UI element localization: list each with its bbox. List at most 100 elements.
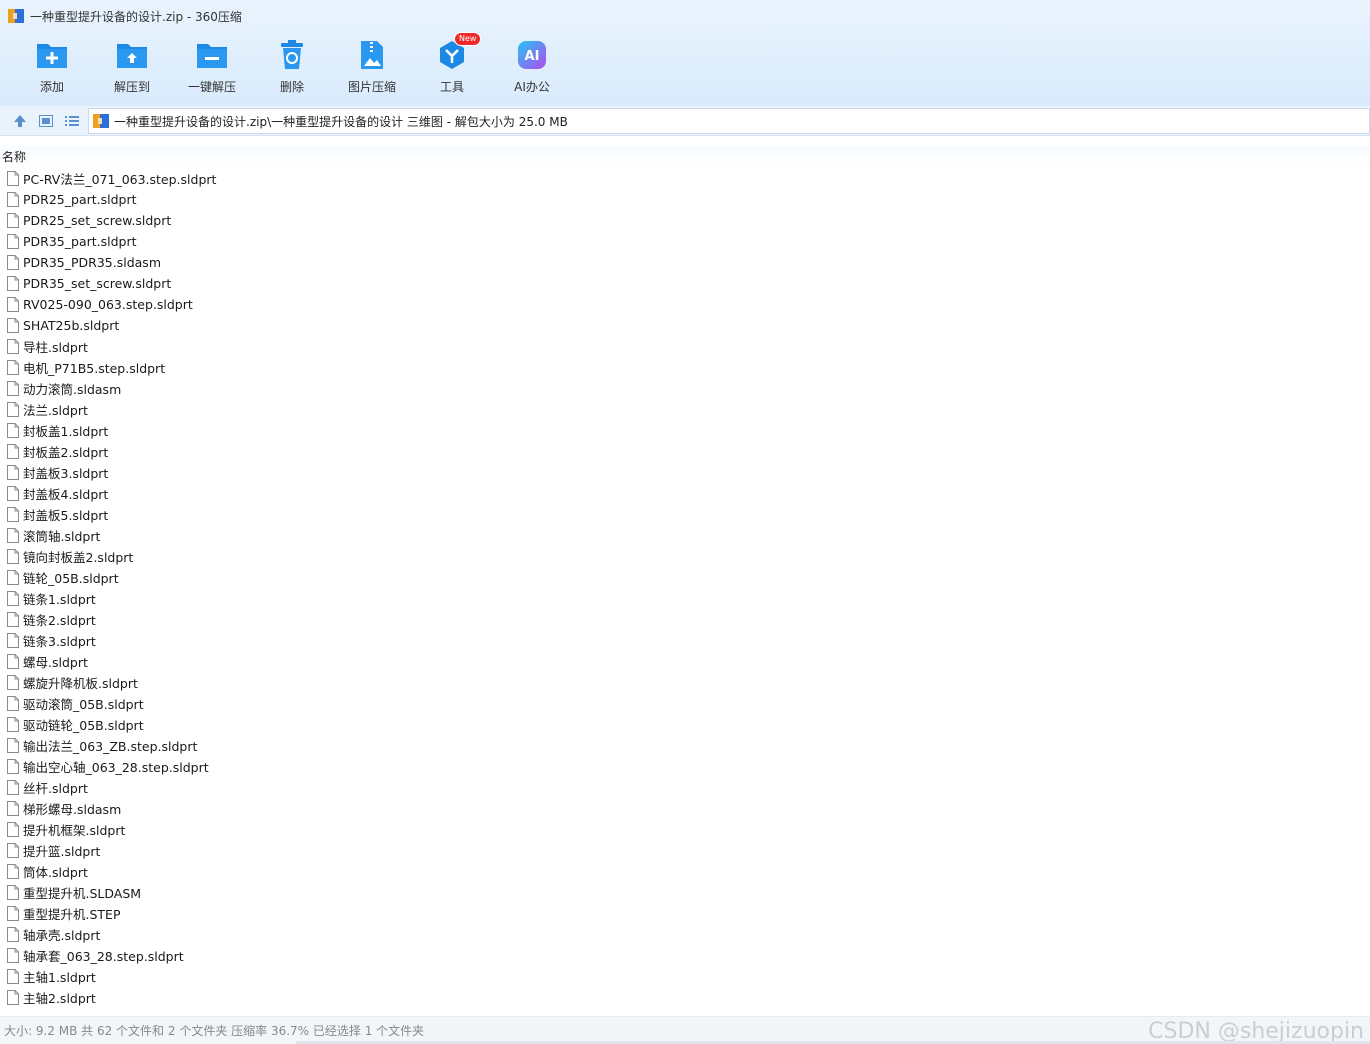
file-row[interactable]: 镜向封板盖2.sldprt [0, 546, 600, 567]
file-name: PC-RV法兰_071_063.step.sldprt [23, 172, 217, 187]
file-name: 封盖板4.sldprt [23, 487, 109, 502]
folder-extract-icon [115, 38, 149, 72]
window-title-row: 一种重型提升设备的设计.zip - 360压缩 [8, 6, 242, 26]
file-row[interactable]: PDR35_PDR35.sldasm [0, 252, 600, 273]
file-name: SHAT25b.sldprt [23, 318, 120, 333]
file-row[interactable]: 提升篮.sldprt [0, 840, 600, 861]
file-icon [7, 297, 19, 312]
file-name: 镜向封板盖2.sldprt [23, 550, 134, 565]
file-icon [7, 738, 19, 753]
image-compress-button[interactable]: 图片压缩 [332, 36, 412, 100]
file-icon [7, 906, 19, 921]
file-icon [7, 549, 19, 564]
file-name: PDR25_part.sldprt [23, 192, 137, 207]
file-name: 输出法兰_063_ZB.step.sldprt [23, 739, 198, 754]
folder-add-icon [35, 38, 69, 72]
file-row[interactable]: 链条2.sldprt [0, 609, 600, 630]
file-row[interactable]: PC-RV法兰_071_063.step.sldprt [0, 168, 600, 189]
one-click-extract-button[interactable]: 一键解压 [172, 36, 252, 100]
file-name: 封盖板3.sldprt [23, 466, 109, 481]
file-row[interactable]: 主轴2.sldprt [0, 987, 600, 1008]
file-row[interactable]: 链条3.sldprt [0, 630, 600, 651]
file-row[interactable]: 主轴1.sldprt [0, 966, 600, 987]
file-row[interactable]: 滚筒轴.sldprt [0, 525, 600, 546]
file-icon [7, 822, 19, 837]
file-row[interactable]: 驱动滚筒_05B.sldprt [0, 693, 600, 714]
file-name: 封盖板5.sldprt [23, 508, 109, 523]
file-name: 筒体.sldprt [23, 865, 88, 880]
file-icon [7, 885, 19, 900]
file-row[interactable]: PDR25_part.sldprt [0, 189, 600, 210]
file-name: 丝杆.sldprt [23, 781, 88, 796]
file-icon [7, 843, 19, 858]
file-row[interactable]: 轴承套_063_28.step.sldprt [0, 945, 600, 966]
file-name: 主轴1.sldprt [23, 970, 96, 985]
file-row[interactable]: 输出法兰_063_ZB.step.sldprt [0, 735, 600, 756]
file-row[interactable]: 封板盖1.sldprt [0, 420, 600, 441]
file-icon [7, 381, 19, 396]
up-arrow-icon[interactable] [12, 113, 28, 129]
file-name: 导柱.sldprt [23, 340, 88, 355]
file-row[interactable]: 筒体.sldprt [0, 861, 600, 882]
file-row[interactable]: PDR35_part.sldprt [0, 231, 600, 252]
file-icon [7, 591, 19, 606]
file-row[interactable]: 动力滚筒.sldasm [0, 378, 600, 399]
file-row[interactable]: 链轮_05B.sldprt [0, 567, 600, 588]
file-row[interactable]: PDR25_set_screw.sldprt [0, 210, 600, 231]
file-row[interactable]: 梯形螺母.sldasm [0, 798, 600, 819]
address-input[interactable]: 一种重型提升设备的设计.zip\一种重型提升设备的设计 三维图 - 解包大小为 … [88, 108, 1370, 134]
add-button[interactable]: 添加 [12, 36, 92, 100]
main-toolbar: 添加 解压到 一键解压 删除 图片压缩 New 工具 AI AI办公 [12, 32, 572, 100]
file-name: 电机_P71B5.step.sldprt [23, 361, 166, 376]
file-row[interactable]: SHAT25b.sldprt [0, 315, 600, 336]
tools-button[interactable]: New 工具 [412, 32, 492, 100]
file-row[interactable]: 驱动链轮_05B.sldprt [0, 714, 600, 735]
file-icon [7, 927, 19, 942]
column-header-name[interactable]: 名称 [2, 148, 26, 165]
ai-office-button[interactable]: AI AI办公 [492, 36, 572, 100]
delete-button[interactable]: 删除 [252, 36, 332, 100]
file-icon [7, 234, 19, 249]
file-row[interactable]: RV025-090_063.step.sldprt [0, 294, 600, 315]
file-row[interactable]: PDR35_set_screw.sldprt [0, 273, 600, 294]
file-row[interactable]: 电机_P71B5.step.sldprt [0, 357, 600, 378]
file-icon [7, 444, 19, 459]
file-row[interactable]: 提升机框架.sldprt [0, 819, 600, 840]
file-row[interactable]: 丝杆.sldprt [0, 777, 600, 798]
file-icon [7, 213, 19, 228]
file-icon [7, 948, 19, 963]
file-icon [7, 633, 19, 648]
file-icon [7, 801, 19, 816]
file-name: PDR25_set_screw.sldprt [23, 213, 172, 228]
file-row[interactable]: 导柱.sldprt [0, 336, 600, 357]
archive-app-icon [8, 8, 24, 24]
file-row[interactable]: 重型提升机.SLDASM [0, 882, 600, 903]
file-row[interactable]: 螺母.sldprt [0, 651, 600, 672]
file-icon [7, 864, 19, 879]
file-icon [7, 696, 19, 711]
file-row[interactable]: 封盖板5.sldprt [0, 504, 600, 525]
thumbnail-view-icon[interactable] [38, 113, 54, 129]
file-row[interactable]: 链条1.sldprt [0, 588, 600, 609]
list-view-icon[interactable] [64, 113, 80, 129]
file-name: 螺母.sldprt [23, 655, 88, 670]
file-row[interactable]: 轴承壳.sldprt [0, 924, 600, 945]
file-name: 封板盖1.sldprt [23, 424, 109, 439]
file-name: RV025-090_063.step.sldprt [23, 297, 193, 312]
file-row[interactable]: 封盖板3.sldprt [0, 462, 600, 483]
ai-icon: AI [515, 38, 549, 72]
file-name: 梯形螺母.sldasm [23, 802, 122, 817]
file-icon [7, 675, 19, 690]
file-row[interactable]: 输出空心轴_063_28.step.sldprt [0, 756, 600, 777]
folder-oneclick-icon [195, 38, 229, 72]
file-row[interactable]: 封盖板4.sldprt [0, 483, 600, 504]
file-name: PDR35_set_screw.sldprt [23, 276, 172, 291]
address-path: 一种重型提升设备的设计.zip\一种重型提升设备的设计 三维图 - 解包大小为 … [114, 114, 568, 129]
file-row[interactable]: 重型提升机.STEP [0, 903, 600, 924]
file-row[interactable]: 螺旋升降机板.sldprt [0, 672, 600, 693]
file-row[interactable]: 法兰.sldprt [0, 399, 600, 420]
extract-to-button[interactable]: 解压到 [92, 36, 172, 100]
file-row[interactable]: 封板盖2.sldprt [0, 441, 600, 462]
file-icon [7, 759, 19, 774]
file-icon [7, 990, 19, 1005]
